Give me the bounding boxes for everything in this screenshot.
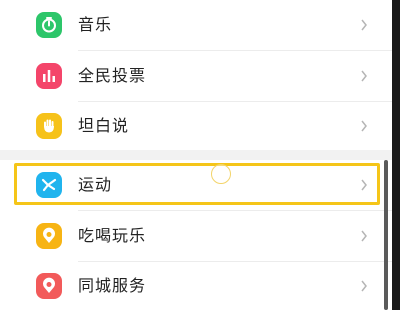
menu-item-confession[interactable]: 坦白说: [0, 101, 392, 151]
menu-item-label: 全民投票: [78, 66, 147, 85]
chevron-right-icon: [358, 211, 370, 261]
chevron-right-icon: [358, 101, 370, 151]
settings-screen: 音乐 全民投票 坦白说 运动 吃喝玩乐 同城服务: [0, 0, 400, 310]
vote-chart-icon: [36, 63, 62, 89]
chevron-right-icon: [358, 51, 370, 101]
running-icon: [36, 172, 62, 198]
city-pin-icon: [36, 273, 62, 299]
menu-item-label: 吃喝玩乐: [78, 226, 147, 245]
food-pin-icon: [36, 223, 62, 249]
menu-item-music[interactable]: 音乐: [0, 0, 392, 50]
menu-group-2: 运动 吃喝玩乐 同城服务: [0, 160, 392, 310]
menu-item-label: 坦白说: [78, 116, 130, 135]
menu-item-vote[interactable]: 全民投票: [0, 51, 392, 101]
menu-item-label: 音乐: [78, 15, 113, 34]
chevron-right-icon: [358, 160, 370, 210]
menu-item-label: 运动: [78, 175, 113, 194]
hand-icon: [36, 113, 62, 139]
chevron-right-icon: [358, 0, 370, 50]
chevron-right-icon: [358, 261, 370, 310]
tap-indicator: [211, 164, 231, 184]
menu-item-city-service[interactable]: 同城服务: [0, 261, 392, 310]
music-icon: [36, 12, 62, 38]
menu-item-sports[interactable]: 运动: [0, 160, 392, 210]
menu-item-food-fun[interactable]: 吃喝玩乐: [0, 211, 392, 261]
scrollbar[interactable]: [384, 160, 388, 310]
menu-group-1: 音乐 全民投票 坦白说: [0, 0, 392, 150]
menu-item-label: 同城服务: [78, 276, 147, 295]
